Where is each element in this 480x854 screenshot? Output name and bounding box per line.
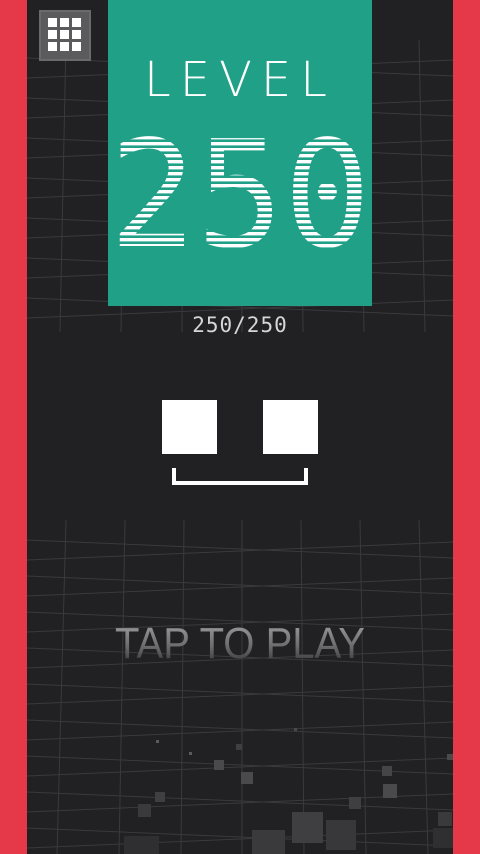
game-screen[interactable]: LEVEL 250 250/250 TAP TO PLAY — [0, 0, 480, 854]
floating-particles — [124, 728, 453, 854]
